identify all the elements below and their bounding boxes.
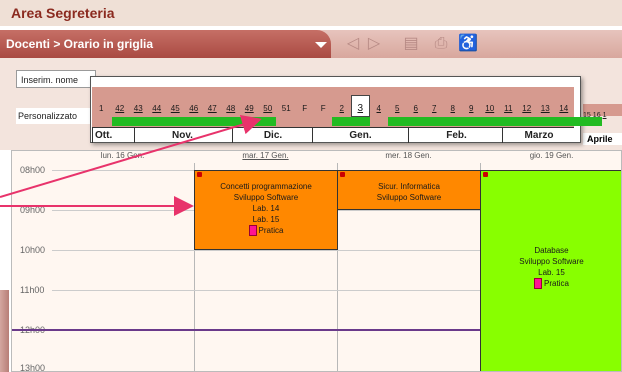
arrow-to-week [0, 114, 262, 198]
annotation-arrows [0, 114, 262, 216]
